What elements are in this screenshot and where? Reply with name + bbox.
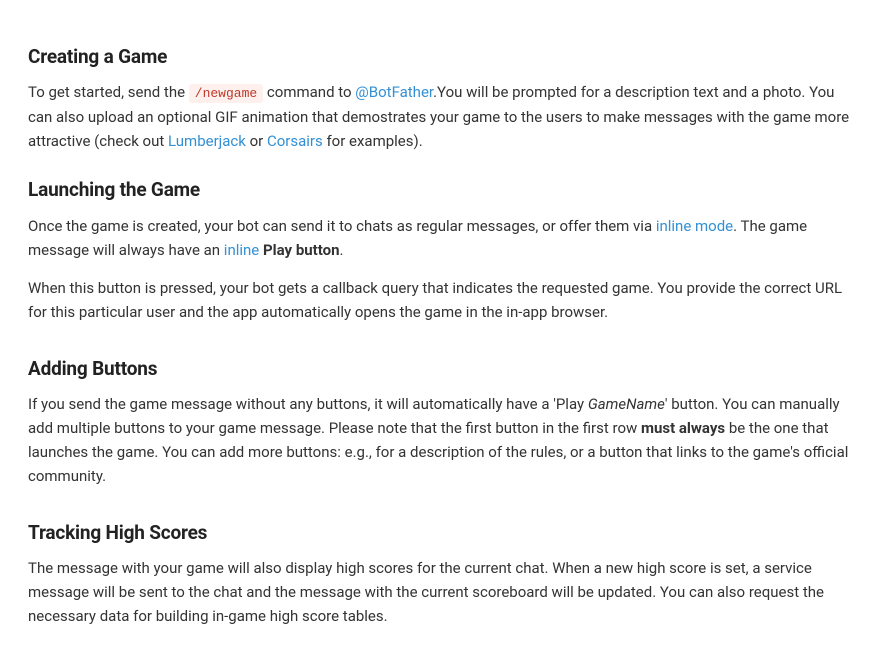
text-fragment: command to — [263, 83, 355, 101]
link-corsairs[interactable]: Corsairs — [267, 132, 323, 150]
text-fragment: . — [340, 241, 344, 259]
heading-launching-game: Launching the Game — [28, 175, 852, 205]
heading-adding-buttons: Adding Buttons — [28, 354, 852, 384]
paragraph-launching-1: Once the game is created, your bot can s… — [28, 214, 852, 262]
link-lumberjack[interactable]: Lumberjack — [168, 132, 246, 150]
link-inline-mode[interactable]: inline mode — [656, 217, 733, 235]
text-fragment: If you send the game message without any… — [28, 395, 588, 413]
bold-must-always: must always — [641, 419, 725, 437]
text-fragment: for examples). — [323, 132, 423, 150]
paragraph-adding-buttons: If you send the game message without any… — [28, 392, 852, 488]
text-fragment: or — [246, 132, 267, 150]
bold-play-button: Play button — [263, 241, 340, 259]
text-fragment: To get started, send the — [28, 83, 189, 101]
paragraph-creating-game: To get started, send the /newgame comman… — [28, 80, 852, 153]
code-newgame: /newgame — [189, 84, 263, 103]
text-fragment: Once the game is created, your bot can s… — [28, 217, 656, 235]
link-botfather[interactable]: @BotFather — [355, 83, 433, 101]
paragraph-launching-2: When this button is pressed, your bot ge… — [28, 276, 852, 324]
paragraph-tracking-scores: The message with your game will also dis… — [28, 556, 852, 628]
heading-tracking-scores: Tracking High Scores — [28, 518, 852, 548]
italic-gamename: GameName — [588, 395, 665, 413]
heading-creating-game: Creating a Game — [28, 42, 852, 72]
link-inline[interactable]: inline — [224, 241, 259, 259]
